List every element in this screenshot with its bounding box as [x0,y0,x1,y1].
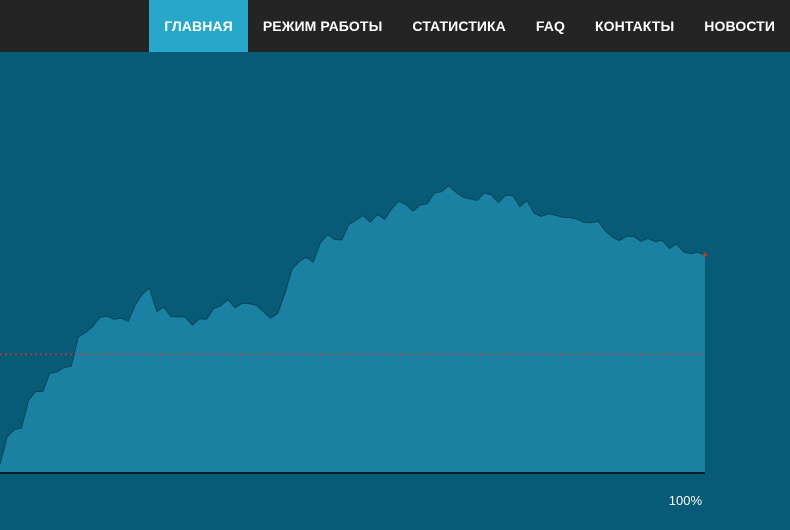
nav-item-statistics[interactable]: СТАТИСТИКА [397,0,521,52]
main-menu: ГЛАВНАЯ РЕЖИМ РАБОТЫ СТАТИСТИКА FAQ КОНТ… [149,0,790,52]
nav-item-home[interactable]: ГЛАВНАЯ [149,0,248,52]
nav-item-faq[interactable]: FAQ [521,0,580,52]
growth-chart [0,52,790,530]
chart-end-point [703,253,707,257]
nav-item-working-hours[interactable]: РЕЖИМ РАБОТЫ [248,0,398,52]
nav-item-news[interactable]: НОВОСТИ [689,0,790,52]
chart-end-label: 100% [668,493,702,508]
top-navbar: ГЛАВНАЯ РЕЖИМ РАБОТЫ СТАТИСТИКА FAQ КОНТ… [0,0,790,52]
nav-item-contacts[interactable]: КОНТАКТЫ [580,0,689,52]
growth-chart-svg [0,184,707,474]
chart-area [0,185,705,472]
